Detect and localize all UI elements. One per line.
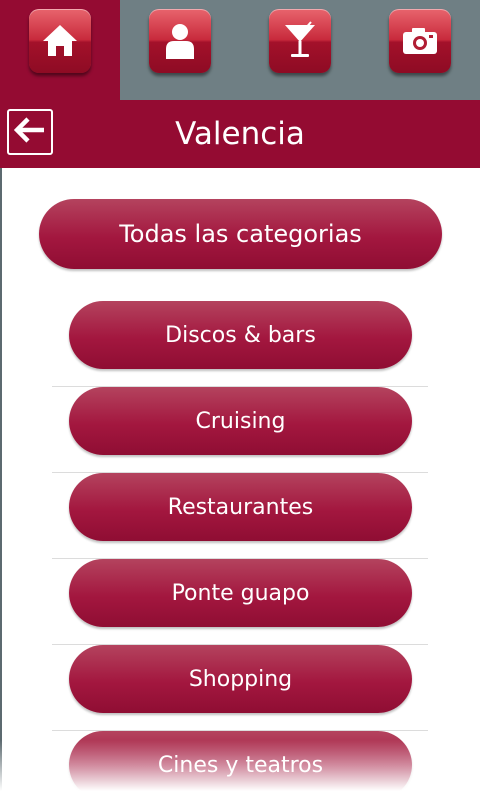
tab-photos[interactable] — [360, 0, 480, 100]
category-button-discos-bars[interactable]: Discos & bars — [69, 301, 412, 369]
all-categories-button[interactable]: Todas las categorias — [39, 199, 442, 269]
category-button-cruising[interactable]: Cruising — [69, 387, 412, 455]
category-button-restaurantes[interactable]: Restaurantes — [69, 473, 412, 541]
header-bar: Valencia — [0, 100, 480, 168]
list-item: Cines y teatros — [52, 731, 428, 800]
left-edge — [0, 168, 2, 800]
list-item: Restaurantes — [52, 473, 428, 559]
cocktail-icon — [282, 21, 318, 61]
home-icon — [41, 23, 79, 59]
list-item: Shopping — [52, 645, 428, 731]
page-title: Valencia — [175, 116, 305, 152]
photos-button[interactable] — [389, 9, 451, 73]
camera-icon — [401, 25, 439, 57]
user-icon — [163, 22, 197, 60]
bars-button[interactable] — [269, 9, 331, 73]
category-list[interactable]: Todas las categorias Discos & bars Cruis… — [0, 168, 480, 800]
list-item: Discos & bars — [52, 301, 428, 387]
tab-home[interactable] — [0, 0, 120, 100]
tab-bar — [0, 0, 480, 100]
home-button[interactable] — [29, 9, 91, 73]
tab-profile[interactable] — [120, 0, 240, 100]
category-button-shopping[interactable]: Shopping — [69, 645, 412, 713]
profile-button[interactable] — [149, 9, 211, 73]
category-button-ponte-guapo[interactable]: Ponte guapo — [69, 559, 412, 627]
tab-bars[interactable] — [240, 0, 360, 100]
list-item: Ponte guapo — [52, 559, 428, 645]
category-button-cines-teatros[interactable]: Cines y teatros — [69, 731, 412, 799]
list-item: Cruising — [52, 387, 428, 473]
